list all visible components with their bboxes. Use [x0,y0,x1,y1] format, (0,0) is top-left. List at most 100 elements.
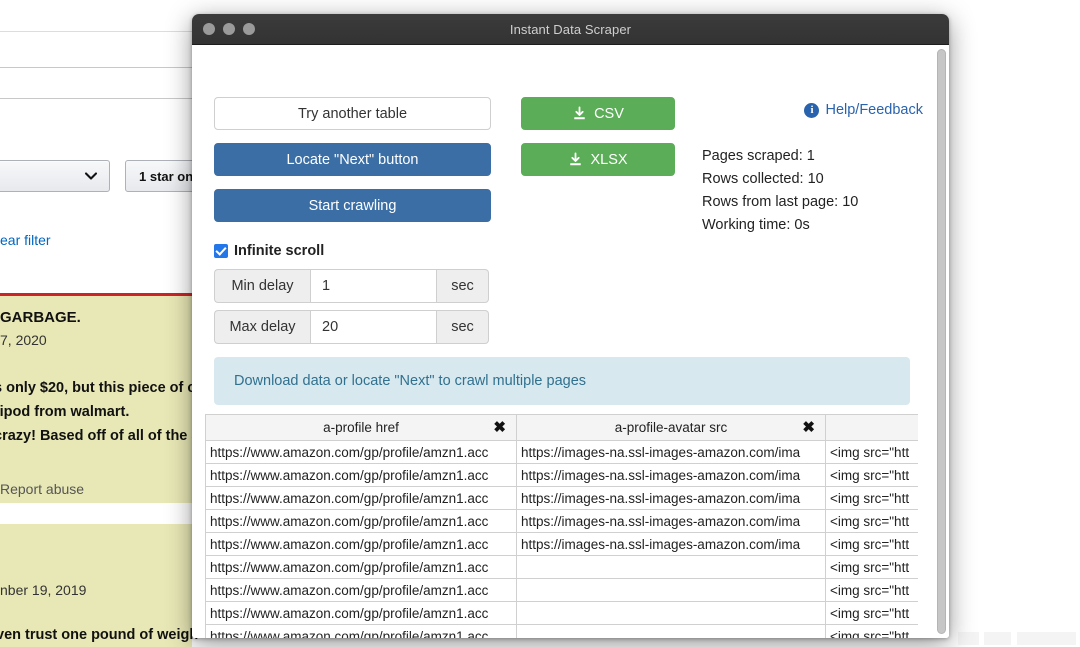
table-cell: https://www.amazon.com/gp/profile/amzn1.… [205,578,517,602]
table-cell: <img src="htt [825,463,918,487]
start-crawling-label: Start crawling [308,197,397,214]
window-scrollbar[interactable] [937,49,946,634]
star-filter-label: 1 star on [139,168,194,184]
zoom-button[interactable] [243,23,255,35]
table-cell: <img src="htt [825,509,918,533]
infinite-scroll-checkbox[interactable]: Infinite scroll [214,243,324,259]
table-cell: https://www.amazon.com/gp/profile/amzn1.… [205,601,517,625]
scraped-data-table: a-profile href ✖ a-profile-avatar src ✖ [205,414,918,638]
report-abuse-link[interactable]: Report abuse [0,481,84,497]
table-cell: <img src="htt [825,555,918,579]
download-csv-button[interactable]: CSV [521,97,675,130]
table-row: https://www.amazon.com/gp/profile/amzn1.… [205,463,918,487]
table-cell: https://images-na.ssl-images-amazon.com/… [516,440,826,464]
table-cell: <img src="htt [825,578,918,602]
help-feedback-link[interactable]: i Help/Feedback [804,102,923,118]
chevron-down-icon [84,172,98,180]
sort-dropdown[interactable] [0,160,110,192]
min-delay-unit: sec [437,269,489,303]
min-delay-group: Min delay 1 sec [214,269,489,303]
table-cell: https://images-na.ssl-images-amazon.com/… [516,463,826,487]
download-icon [574,106,585,120]
try-another-table-button[interactable]: Try another table [214,97,491,130]
table-cell: https://www.amazon.com/gp/profile/amzn1.… [205,509,517,533]
table-head: a-profile href ✖ a-profile-avatar src ✖ [205,414,918,441]
close-x-icon[interactable]: ✖ [493,420,506,435]
min-delay-label: Min delay [214,269,310,303]
table-row: https://www.amazon.com/gp/profile/amzn1.… [205,555,918,579]
table-cell: https://www.amazon.com/gp/profile/amzn1.… [205,486,517,510]
download-xlsx-button[interactable]: XLSX [521,143,675,176]
table-cell: https://images-na.ssl-images-amazon.com/… [516,532,826,556]
download-icon [570,152,582,166]
notice-text: Download data or locate "Next" to crawl … [234,373,587,389]
window-content: Try another table Locate "Next" button S… [192,45,949,638]
column-header-a-profile-href[interactable]: a-profile href ✖ [205,414,517,441]
review-body-line: crazy! Based off of all of the 5 [0,428,200,444]
traffic-light-group [203,23,255,35]
table-cell: <img src="htt [825,601,918,625]
page-footer-artifact [958,632,1076,645]
infinite-scroll-label: Infinite scroll [234,243,325,259]
try-another-table-label: Try another table [297,105,408,122]
table-cell [516,601,826,625]
table-cell: https://www.amazon.com/gp/profile/amzn1.… [205,463,517,487]
close-x-icon[interactable]: ✖ [802,420,815,435]
table-header-row: a-profile href ✖ a-profile-avatar src ✖ [205,414,918,441]
table-row: https://www.amazon.com/gp/profile/amzn1.… [205,486,918,510]
page-divider [0,67,192,68]
table-cell: <img src="htt [825,624,918,638]
table-cell: https://images-na.ssl-images-amazon.com/… [516,509,826,533]
column-header-a-profile-avatar-src[interactable]: a-profile-avatar src ✖ [516,414,826,441]
table-cell: <img src="htt [825,532,918,556]
table-cell: https://www.amazon.com/gp/profile/amzn1.… [205,440,517,464]
max-delay-input[interactable]: 20 [310,310,437,344]
page-divider [0,98,192,99]
table-cell [516,624,826,638]
table-row: https://www.amazon.com/gp/profile/amzn1.… [205,532,918,556]
help-feedback-label: Help/Feedback [825,102,923,118]
review-body-line: s only $20, but this piece of cr [0,380,202,396]
locate-next-button[interactable]: Locate "Next" button [214,143,491,176]
table-cell [516,578,826,602]
column-header-label: a-profile-avatar src [614,420,728,435]
scrape-stats: Pages scraped: 1 Rows collected: 10 Rows… [702,145,858,237]
max-delay-label: Max delay [214,310,310,344]
csv-label: CSV [594,105,624,122]
scrollbar-thumb[interactable] [937,49,946,634]
locate-next-label: Locate "Next" button [286,151,419,168]
max-delay-unit: sec [437,310,489,344]
min-delay-input[interactable]: 1 [310,269,437,303]
review-body-line: ripod from walmart. [0,404,130,420]
xlsx-label: XLSX [590,151,628,168]
review-date: 7, 2020 [0,332,47,348]
clear-filter-link[interactable]: ear filter [0,232,51,248]
stat-pages-scraped: Pages scraped: 1 [702,148,815,164]
start-crawling-button[interactable]: Start crawling [214,189,491,222]
notice-banner: Download data or locate "Next" to crawl … [214,357,910,405]
table-body: https://www.amazon.com/gp/profile/amzn1.… [205,440,918,638]
stat-working-time: Working time: 0s [702,217,810,233]
table-row: https://www.amazon.com/gp/profile/amzn1.… [205,440,918,464]
table-cell: https://www.amazon.com/gp/profile/amzn1.… [205,555,517,579]
instant-data-scraper-window: Instant Data Scraper Try another table L… [192,14,949,638]
table-row: https://www.amazon.com/gp/profile/amzn1.… [205,509,918,533]
review-date: nber 19, 2019 [0,582,87,598]
window-title-bar: Instant Data Scraper [192,14,949,45]
table-row: https://www.amazon.com/gp/profile/amzn1.… [205,578,918,602]
table-cell: <img src="htt [825,486,918,510]
info-icon: i [804,102,820,118]
checkbox-checked-icon [214,244,228,258]
column-header-third[interactable] [825,414,918,441]
table-cell: https://www.amazon.com/gp/profile/amzn1.… [205,532,517,556]
stat-rows-collected: Rows collected: 10 [702,171,824,187]
minimize-button[interactable] [223,23,235,35]
table-cell [516,555,826,579]
table-cell: <img src="htt [825,440,918,464]
scraped-data-table-wrapper: a-profile href ✖ a-profile-avatar src ✖ [205,414,918,638]
table-row: https://www.amazon.com/gp/profile/amzn1.… [205,624,918,638]
table-cell: https://www.amazon.com/gp/profile/amzn1.… [205,624,517,638]
close-button[interactable] [203,23,215,35]
window-title: Instant Data Scraper [509,21,632,37]
screenshot-root: 1 star on ear filter GARBAGE. 7, 2020 s … [0,0,1080,647]
